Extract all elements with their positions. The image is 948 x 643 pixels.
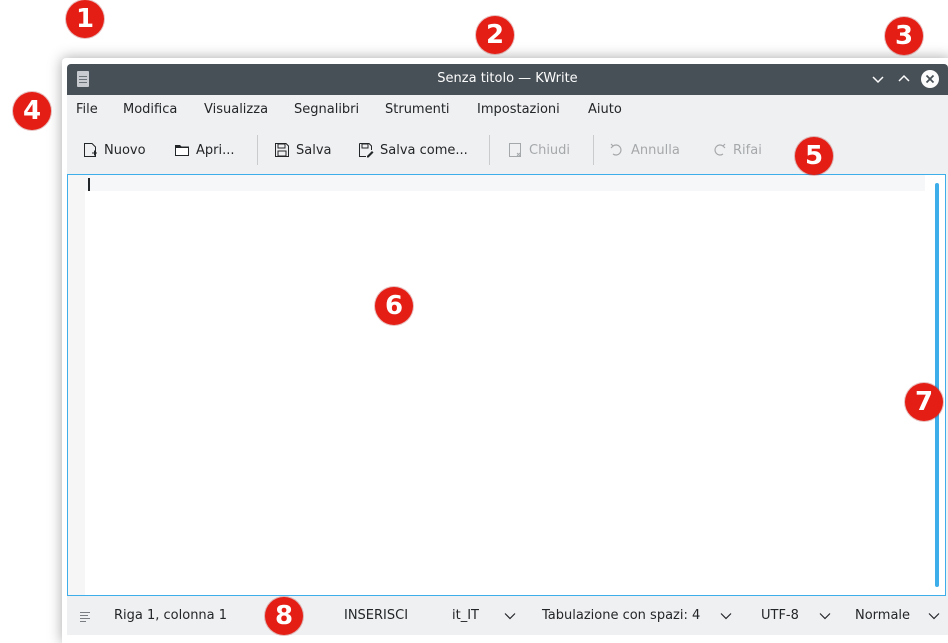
window-title: Senza titolo — KWrite: [437, 71, 578, 86]
callout-1: 1: [66, 0, 104, 38]
new-label: Nuovo: [104, 142, 146, 158]
undo-label: Annulla: [631, 142, 680, 158]
chevron-down-icon[interactable]: [504, 612, 516, 620]
new-document-icon: [84, 143, 97, 157]
maximize-button[interactable]: [894, 69, 914, 89]
mode-selector[interactable]: Normale: [855, 608, 910, 623]
callout-5: 5: [795, 137, 833, 175]
menu-strumenti[interactable]: Strumenti: [385, 102, 450, 117]
close-document-icon: [509, 143, 521, 157]
new-button[interactable]: Nuovo: [82, 133, 146, 167]
callout-2: 2: [476, 16, 514, 54]
title-bar[interactable]: Senza titolo — KWrite: [67, 64, 948, 95]
dictionary-selector[interactable]: it_IT: [452, 608, 479, 623]
close-document-label: Chiudi: [529, 142, 571, 158]
callout-3: 3: [885, 17, 923, 55]
menu-impostazioni[interactable]: Impostazioni: [477, 102, 560, 117]
input-mode[interactable]: INSERISCI: [344, 608, 408, 623]
indentation-selector[interactable]: Tabulazione con spazi: 4: [542, 608, 700, 623]
redo-button[interactable]: Rifai: [711, 133, 762, 167]
toolbar-separator: [593, 135, 594, 165]
menu-aiuto[interactable]: Aiuto: [588, 102, 622, 117]
toolbar-separator: [489, 135, 490, 165]
close-window-button[interactable]: [920, 69, 940, 89]
redo-label: Rifai: [733, 142, 762, 158]
open-label: Apri...: [196, 142, 235, 158]
vertical-scrollbar[interactable]: [935, 183, 939, 587]
redo-icon: [714, 143, 726, 156]
chevron-down-icon: [872, 76, 884, 84]
text-cursor: [88, 178, 90, 191]
undo-button[interactable]: Annulla: [609, 133, 680, 167]
editor-gutter: [68, 175, 85, 595]
toolbar-separator: [257, 135, 258, 165]
current-line-highlight: [85, 175, 925, 191]
word-count-icon[interactable]: [79, 611, 93, 623]
undo-icon: [610, 143, 622, 156]
callout-7: 7: [905, 383, 943, 421]
save-as-label: Salva come...: [380, 142, 468, 158]
minimize-button[interactable]: [868, 69, 888, 89]
chevron-down-icon[interactable]: [928, 612, 940, 620]
menu-segnalibri[interactable]: Segnalibri: [294, 102, 359, 117]
text-editor[interactable]: [67, 174, 946, 596]
menu-modifica[interactable]: Modifica: [123, 102, 177, 117]
close-document-button[interactable]: Chiudi: [507, 133, 570, 167]
save-label: Salva: [296, 142, 332, 158]
save-button[interactable]: Salva: [274, 133, 332, 167]
save-as-button[interactable]: Salva come...: [358, 133, 468, 167]
chevron-up-icon: [898, 74, 910, 82]
callout-4: 4: [13, 92, 51, 130]
save-icon: [275, 143, 289, 157]
open-button[interactable]: Apri...: [174, 133, 235, 167]
chevron-down-icon[interactable]: [720, 612, 732, 620]
close-icon: [921, 70, 939, 88]
save-as-icon: [359, 143, 374, 158]
cursor-position[interactable]: Riga 1, colonna 1: [114, 608, 227, 623]
folder-icon: [175, 145, 189, 156]
chevron-down-icon[interactable]: [819, 612, 831, 620]
menu-bar: File Modifica Visualizza Segnalibri Stru…: [67, 95, 948, 125]
menu-visualizza[interactable]: Visualizza: [204, 102, 268, 117]
menu-file[interactable]: File: [76, 102, 98, 117]
status-bar: Riga 1, colonna 1 INSERISCI it_IT Tabula…: [67, 599, 948, 635]
callout-8: 8: [265, 597, 303, 635]
callout-6: 6: [375, 287, 413, 325]
encoding-selector[interactable]: UTF-8: [761, 608, 799, 623]
